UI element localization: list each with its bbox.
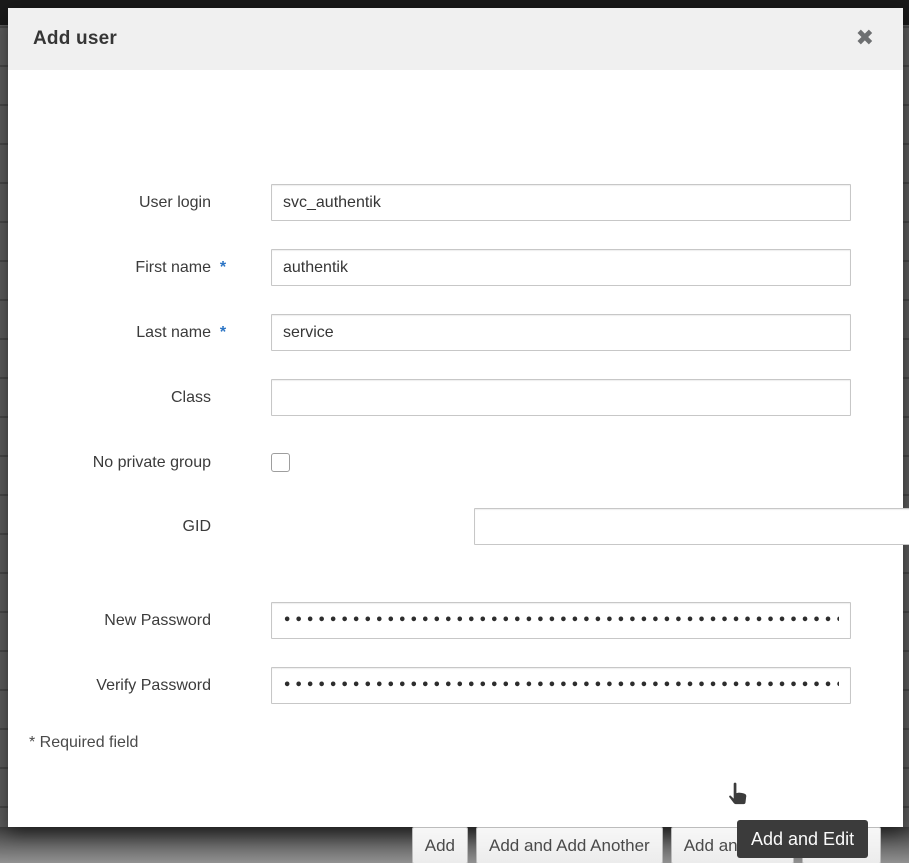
first-name-input[interactable] — [271, 249, 851, 286]
dialog-title: Add user — [33, 28, 117, 50]
last-name-label: Last name — [8, 324, 211, 342]
form-row-last-name: Last name * — [8, 314, 903, 351]
close-icon[interactable]: ✖ — [852, 24, 878, 54]
form-row-class: Class — [8, 379, 903, 416]
no-private-group-checkbox[interactable] — [271, 453, 290, 472]
add-user-dialog: Add user ✖ User login First name * Last … — [8, 8, 903, 827]
new-password-input[interactable] — [271, 602, 851, 639]
user-login-input[interactable] — [271, 184, 851, 221]
new-password-label: New Password — [8, 612, 211, 630]
form-row-verify-password: Verify Password — [8, 667, 903, 704]
form-row-user-login: User login — [8, 184, 903, 221]
required-asterisk: * — [211, 324, 235, 342]
form-row-no-private-group: No private group — [8, 444, 903, 481]
required-asterisk: * — [211, 259, 235, 277]
required-field-note: * Required field — [29, 734, 138, 752]
last-name-input[interactable] — [271, 314, 851, 351]
class-label: Class — [8, 389, 211, 407]
verify-password-input[interactable] — [271, 667, 851, 704]
user-login-label: User login — [8, 194, 211, 212]
add-and-edit-tooltip: Add and Edit — [737, 820, 868, 858]
gid-label: GID — [8, 518, 211, 536]
first-name-label: First name — [8, 259, 211, 277]
form-row-first-name: First name * — [8, 249, 903, 286]
form-row-gid: GID — [8, 508, 903, 545]
tooltip-label: Add and Edit — [751, 829, 854, 850]
verify-password-label: Verify Password — [8, 677, 211, 695]
gid-select[interactable] — [474, 508, 909, 545]
dialog-header: Add user ✖ — [8, 8, 903, 70]
add-button[interactable]: Add — [412, 827, 468, 863]
class-input[interactable] — [271, 379, 851, 416]
form-row-new-password: New Password — [8, 602, 903, 639]
no-private-group-label: No private group — [8, 454, 211, 472]
add-and-add-another-button[interactable]: Add and Add Another — [476, 827, 663, 863]
dialog-body: User login First name * Last name * Clas… — [8, 70, 903, 827]
screen: Add user ✖ User login First name * Last … — [0, 0, 909, 863]
